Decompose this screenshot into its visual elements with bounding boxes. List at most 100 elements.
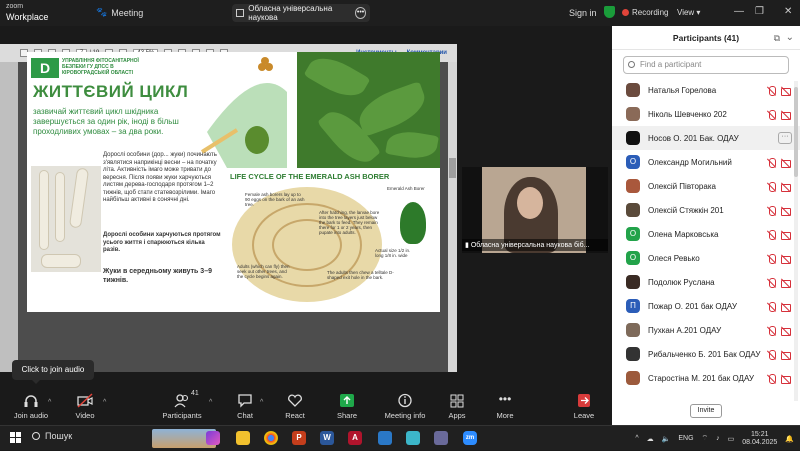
participant-more-icon[interactable]: ··· xyxy=(778,132,792,144)
top-bar: zoom Workplace 🐾 Meeting Обласна універс… xyxy=(0,0,612,26)
video-label: Video xyxy=(75,411,95,420)
participant-row[interactable]: Наталья Горелова xyxy=(612,78,800,102)
app-icon-2[interactable] xyxy=(434,431,448,445)
chrome-icon[interactable] xyxy=(264,431,278,445)
meeting-menu-button[interactable]: 🐾 Meeting xyxy=(96,7,143,18)
pdf-scrollbar-thumb[interactable] xyxy=(449,158,456,178)
share-label: Share xyxy=(336,411,357,420)
participant-row[interactable]: О Олена Марковська xyxy=(612,222,800,246)
audio-options-caret[interactable]: ^ xyxy=(48,399,51,406)
participant-row[interactable]: О Олеся Ревько xyxy=(612,246,800,270)
video-tile-label: Обласна універсальна наукова біб... xyxy=(470,242,590,249)
share-screen-icon xyxy=(339,393,355,408)
app-icon[interactable] xyxy=(406,431,420,445)
mic-muted-icon xyxy=(767,373,776,384)
participant-row[interactable]: Старостіна М. 201 бак ОДАУ xyxy=(612,366,800,390)
slide-heading: ЖИТТЄВИЙ ЦИКЛ xyxy=(33,82,189,101)
participants-button[interactable]: Participants xyxy=(157,393,207,420)
more-button[interactable]: ••• More xyxy=(480,393,530,420)
org-logo: D xyxy=(31,58,59,78)
participant-face xyxy=(517,187,543,219)
participants-options-caret[interactable]: ^ xyxy=(209,399,212,406)
participant-row[interactable]: Олексій Стяжкін 201 xyxy=(612,198,800,222)
participant-row[interactable]: Пухкан А.201 ОДАУ xyxy=(612,318,800,342)
paragraph-adults-feed: Дорослі особини харчуються протягом усьо… xyxy=(103,232,221,253)
mic-muted-icon xyxy=(767,229,776,240)
video-button[interactable]: Video xyxy=(60,393,110,420)
close-panel-icon[interactable]: ⌄ xyxy=(786,26,794,50)
security-shield-icon[interactable] xyxy=(604,6,615,18)
notifications-icon[interactable]: 🔔 xyxy=(785,435,794,443)
participant-row[interactable]: П Пожар О. 201 бак ОДАУ xyxy=(612,294,800,318)
leaf xyxy=(303,52,371,105)
volume-icon[interactable]: 🔈 xyxy=(662,435,671,443)
react-label: React xyxy=(285,411,305,420)
paragraph-lifespan: Жуки в середньому живуть 3–9 тижнів. xyxy=(103,268,212,284)
leave-button[interactable]: Leave xyxy=(559,393,609,420)
apps-button[interactable]: Apps xyxy=(432,393,482,420)
window-title-pill[interactable]: Обласна універсальна наукова ••• xyxy=(232,4,370,22)
avatar xyxy=(626,203,640,217)
more-options-icon[interactable]: ••• xyxy=(355,7,366,19)
ash-leaves-photo xyxy=(297,52,440,168)
word-icon[interactable]: W xyxy=(320,431,334,445)
life-cycle-note-3: Adults (which can fly) then seek out oth… xyxy=(237,264,290,279)
participant-row[interactable]: Ніколь Шевченко 202 xyxy=(612,102,800,126)
life-cycle-note-1: Female ash borers lay up to 90 eggs on t… xyxy=(245,192,305,207)
avatar xyxy=(626,347,640,361)
battery-icon[interactable]: ▭ xyxy=(728,435,735,443)
file-explorer-icon[interactable] xyxy=(236,431,250,445)
language-indicator[interactable]: ENG xyxy=(678,435,693,442)
app-window-icon[interactable] xyxy=(378,431,392,445)
copilot-icon[interactable] xyxy=(206,431,220,445)
acrobat-icon[interactable]: A xyxy=(348,431,362,445)
participant-row[interactable]: Рибальченко Б. 201 Бак ОДАУ xyxy=(612,342,800,366)
wifi-icon[interactable]: ⌔ xyxy=(702,434,709,443)
scrollbar-thumb[interactable] xyxy=(794,87,798,177)
taskbar-search-label: Пошук xyxy=(45,431,73,441)
video-off-icon xyxy=(781,86,791,96)
sign-in-link[interactable]: Sign in xyxy=(569,8,597,18)
participant-name: Наталья Горелова xyxy=(648,85,717,95)
powerpoint-icon[interactable]: P xyxy=(292,431,306,445)
life-cycle-note-4: The adults then chew a telltale D-shaped… xyxy=(327,270,394,280)
pop-out-icon[interactable]: ⧉ xyxy=(774,26,780,50)
recording-indicator[interactable]: Recording xyxy=(622,8,668,17)
cloud-icon[interactable]: ☁ xyxy=(647,435,654,443)
participant-status-icons xyxy=(767,181,791,192)
mic-muted-icon xyxy=(767,205,776,216)
participant-row[interactable]: Подолюк Руслана xyxy=(612,270,800,294)
participant-search-input[interactable]: Find a participant xyxy=(623,56,789,74)
close-icon[interactable]: ✕ xyxy=(784,6,792,17)
react-button[interactable]: React xyxy=(270,393,320,420)
participant-row[interactable]: О Олександр Могильний xyxy=(612,150,800,174)
chevron-up-icon[interactable]: ^ xyxy=(635,435,638,442)
participant-list-scrollbar[interactable] xyxy=(794,81,798,401)
chat-options-caret[interactable]: ^ xyxy=(260,399,263,406)
avatar xyxy=(626,323,640,337)
video-off-icon xyxy=(781,374,791,384)
search-placeholder: Find a participant xyxy=(640,60,702,69)
participant-name: Олена Марковська xyxy=(648,229,719,239)
mic-muted-icon xyxy=(767,109,776,120)
pdf-scrollbar[interactable] xyxy=(448,62,457,372)
taskbar-search[interactable]: Пошук xyxy=(32,431,72,441)
chat-button[interactable]: Chat xyxy=(220,393,270,420)
participant-status-icons xyxy=(767,325,791,336)
larva xyxy=(39,170,49,250)
join-audio-button[interactable]: Join audio xyxy=(6,393,56,420)
meeting-info-button[interactable]: Meeting info xyxy=(380,393,430,420)
windows-start-icon[interactable] xyxy=(10,432,22,444)
zoom-taskbar-icon[interactable]: zm xyxy=(463,431,477,445)
view-menu[interactable]: View ▾ xyxy=(677,8,700,17)
restore-icon[interactable]: ❐ xyxy=(755,6,764,17)
video-options-caret[interactable]: ^ xyxy=(103,399,106,406)
clock[interactable]: 15:21 08.04.2025 xyxy=(742,431,777,447)
participant-row[interactable]: Носов О. 201 Бак. ОДАУ ··· xyxy=(612,126,800,150)
participant-row[interactable]: Олексій Півторака xyxy=(612,174,800,198)
slide-page: D УПРАВЛІННЯ ФІТОСАНІТАРНОЇ БЕЗПЕКИ ГУ Д… xyxy=(27,52,440,312)
invite-button[interactable]: Invite xyxy=(690,404,722,418)
speaker-icon[interactable]: ♪ xyxy=(716,435,720,442)
minimize-icon[interactable]: — xyxy=(734,6,744,17)
share-button[interactable]: Share xyxy=(322,393,372,420)
